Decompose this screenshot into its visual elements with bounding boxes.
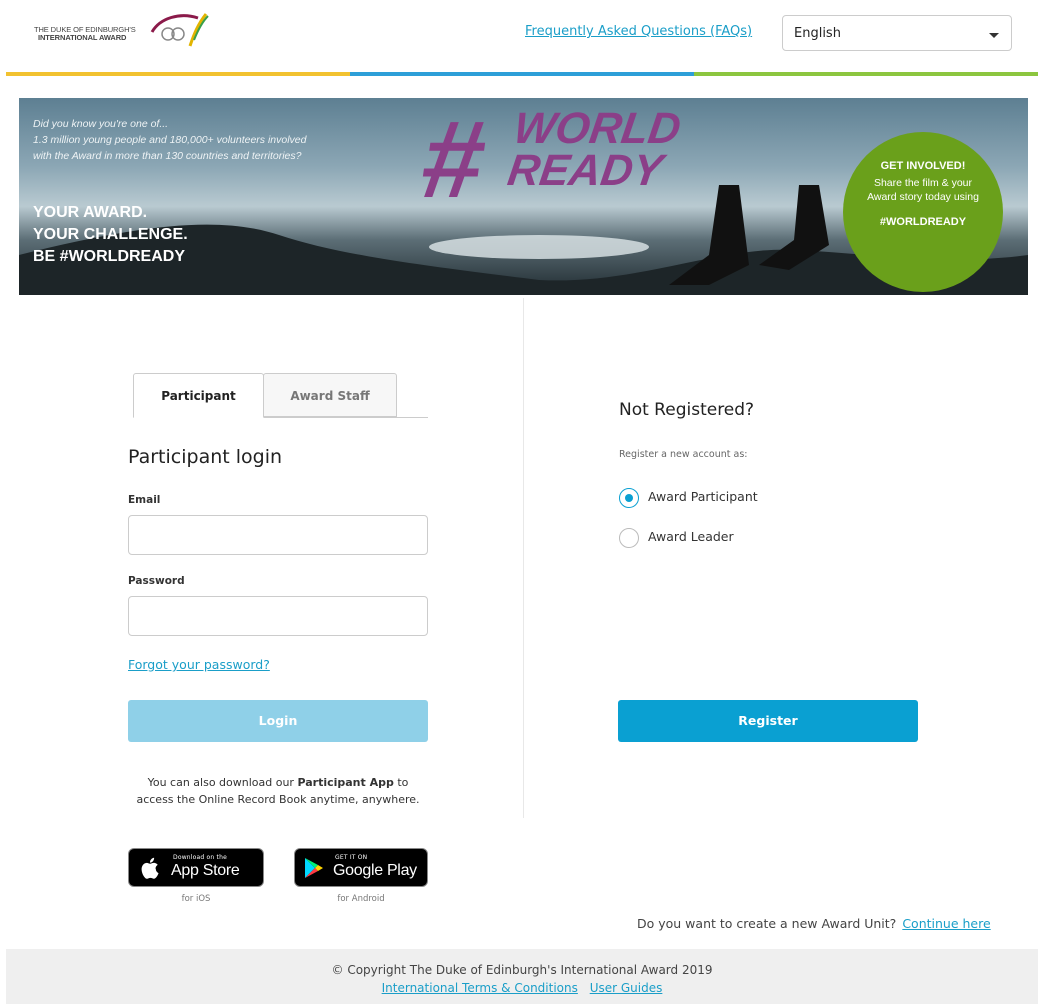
email-field[interactable] (128, 515, 428, 555)
forgot-password-link[interactable]: Forgot your password? (128, 657, 270, 672)
bird-emblem-icon (150, 13, 209, 47)
bubble-title: GET INVOLVED! (880, 160, 966, 172)
copyright-text: © Copyright The Duke of Edinburgh's Inte… (331, 963, 713, 977)
login-tabs: Participant Award Staff (133, 373, 428, 418)
radio-award-leader[interactable] (619, 528, 639, 548)
radio-label-award-leader[interactable]: Award Leader (648, 529, 734, 544)
footer: © Copyright The Duke of Edinburgh's Inte… (6, 949, 1038, 1004)
banner-slogan: YOUR AWARD. YOUR CHALLENGE. BE #WORLDREA… (33, 202, 188, 268)
bubble-hashtag: #WORLDREADY (879, 216, 967, 228)
google-play-big-text: Google Play (333, 862, 417, 879)
vertical-divider (523, 298, 524, 818)
password-field[interactable] (128, 596, 428, 636)
terms-link[interactable]: International Terms & Conditions (382, 981, 578, 995)
banner-intro-line-3: with the Award in more than 130 countrie… (33, 150, 302, 162)
banner-slogan-line-1: YOUR AWARD. (33, 204, 148, 221)
google-play-small-text: GET IT ON (335, 854, 368, 861)
app-store-caption: for iOS (181, 894, 211, 904)
award-unit-prompt: Do you want to create a new Award Unit? C… (637, 916, 991, 931)
app-store-small-text: Download on the (173, 854, 227, 861)
register-subtitle: Register a new account as: (619, 449, 748, 460)
award-logo[interactable]: THE DUKE OF EDINBURGH'S INTERNATIONAL AW… (34, 8, 214, 52)
logo-text: THE DUKE OF EDINBURGH'S INTERNATIONAL AW… (34, 26, 136, 42)
app-text-before: You can also download our (147, 776, 298, 789)
radio-award-participant[interactable] (619, 488, 639, 508)
hashtag-words: WORLD READY (504, 104, 684, 195)
banner-slogan-line-2: YOUR CHALLENGE. (33, 226, 188, 243)
password-label: Password (128, 575, 185, 587)
hashtag-line-2: READY (504, 146, 666, 195)
bubble-line-1: Share the film & your (873, 177, 973, 189)
google-play-caption: for Android (337, 894, 385, 904)
bubble-line-2: Award story today using (867, 191, 979, 203)
stripe-yellow (6, 72, 350, 76)
stripe-green (694, 72, 1038, 76)
app-text-bold: Participant App (297, 776, 394, 789)
hashtag-line-1: WORLD (510, 104, 684, 153)
tab-participant[interactable]: Participant (133, 373, 264, 418)
chevron-down-icon (989, 33, 999, 38)
bubble-text: Share the film & your Award story today … (843, 176, 1003, 204)
banner-slogan-line-3: BE #WORLDREADY (33, 248, 186, 265)
register-button[interactable]: Register (618, 700, 918, 742)
tab-award-staff[interactable]: Award Staff (263, 373, 397, 417)
register-title: Not Registered? (619, 400, 755, 420)
google-play-icon (305, 858, 323, 878)
banner-intro-line-1: Did you know you're one of... (33, 118, 169, 130)
banner-intro-line-2: 1.3 million young people and 180,000+ vo… (33, 134, 307, 146)
app-store-big-text: App Store (171, 862, 240, 879)
email-label: Email (128, 494, 161, 506)
continue-here-link[interactable]: Continue here (902, 916, 990, 931)
user-guides-link[interactable]: User Guides (590, 981, 663, 995)
footer-links: International Terms & Conditions User Gu… (6, 981, 1038, 995)
faq-link[interactable]: Frequently Asked Questions (FAQs) (525, 24, 752, 39)
get-involved-bubble[interactable]: GET INVOLVED! Share the film & your Awar… (843, 132, 1003, 292)
stripe-blue (350, 72, 694, 76)
language-selected-value: English (794, 26, 841, 41)
participant-app-text: You can also download our Participant Ap… (128, 774, 428, 808)
language-select[interactable]: English (782, 15, 1012, 51)
app-store-badge[interactable]: Download on the App Store (128, 848, 264, 887)
login-button[interactable]: Login (128, 700, 428, 742)
world-ready-banner[interactable]: Did you know you're one of... 1.3 millio… (19, 98, 1028, 295)
apple-icon (141, 857, 159, 879)
radio-label-award-participant[interactable]: Award Participant (648, 489, 758, 504)
google-play-badge[interactable]: GET IT ON Google Play (294, 848, 428, 887)
header: THE DUKE OF EDINBURGH'S INTERNATIONAL AW… (0, 0, 1044, 76)
page-title: Participant login (128, 446, 283, 468)
color-stripe (6, 72, 1038, 76)
logo-line-2: INTERNATIONAL AWARD (38, 33, 127, 42)
award-unit-question: Do you want to create a new Award Unit? (637, 916, 897, 931)
banner-intro: Did you know you're one of... 1.3 millio… (33, 116, 307, 164)
